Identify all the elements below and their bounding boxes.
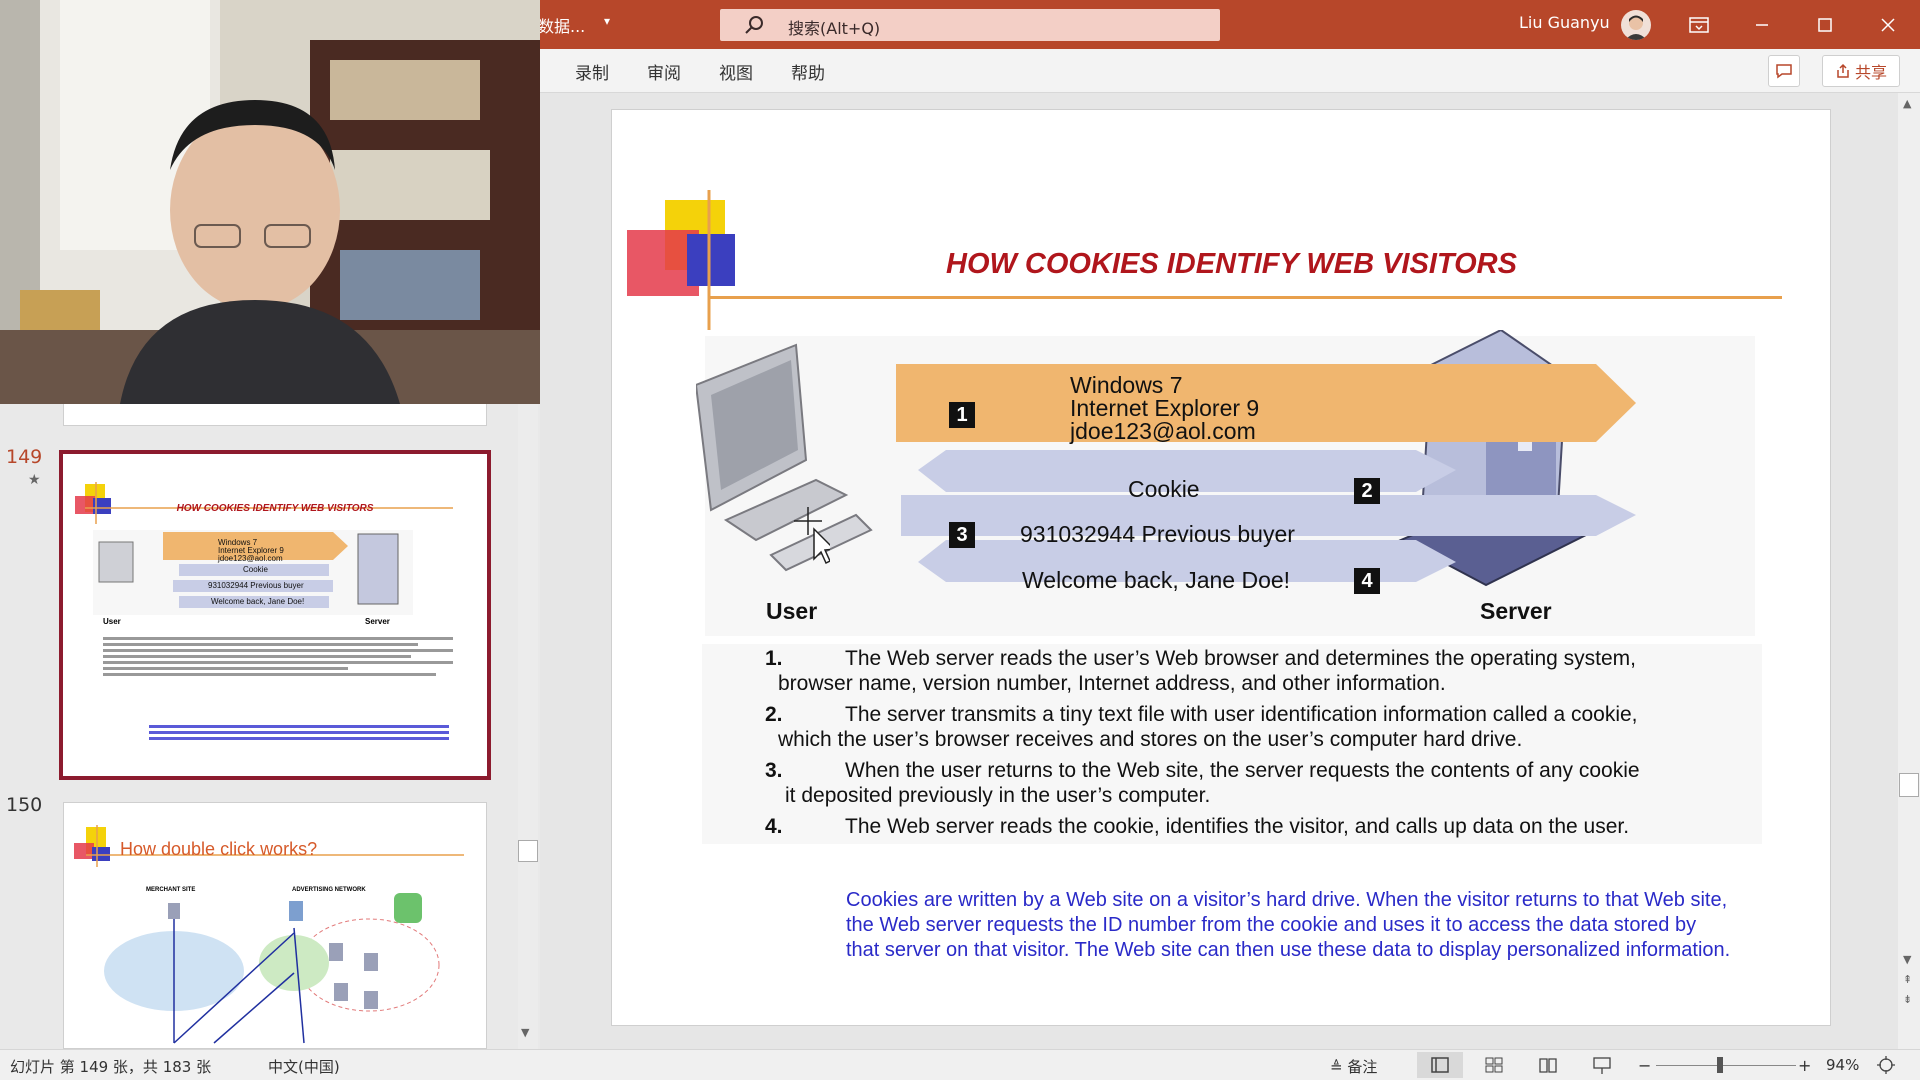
- step-2: 2. The server transmits a tiny text file…: [765, 703, 1638, 751]
- user-name[interactable]: Liu Guanyu: [1519, 13, 1610, 32]
- search-placeholder: 搜索(Alt+Q): [788, 19, 881, 38]
- tab-review[interactable]: 审阅: [647, 59, 681, 84]
- step-4: 4. The Web server reads the cookie, iden…: [765, 815, 1630, 838]
- share-button[interactable]: 共享: [1822, 55, 1900, 87]
- language-indicator[interactable]: 中文(中国): [268, 1056, 340, 1077]
- next-slide-icon[interactable]: ⇟: [1903, 993, 1912, 1006]
- scroll-up-icon[interactable]: ▲: [1903, 97, 1911, 110]
- status-bar: 幻灯片 第 149 张，共 183 张 中文(中国) ≜ 备注 − + 94%: [0, 1049, 1920, 1080]
- slide-thumbnail-pane[interactable]: 149 ★ HOW COOKIES IDENTIFY WEB VISITORS: [0, 404, 540, 1049]
- user-label: User: [766, 598, 818, 624]
- search-icon: [745, 16, 763, 34]
- thumbnail-steps: [103, 634, 453, 698]
- step-1: 1. The Web server reads the user’s Web b…: [765, 647, 1636, 695]
- reading-view-icon[interactable]: [1539, 1057, 1557, 1073]
- thumbnail-server-label: Server: [365, 617, 390, 626]
- ribbon-tabs: 录制 审阅 视图 帮助 共享: [540, 49, 1920, 93]
- slide-title: HOW COOKIES IDENTIFY WEB VISITORS: [946, 248, 1517, 280]
- title-rule: [708, 296, 1782, 299]
- current-slide[interactable]: HOW COOKIES IDENTIFY WEB VISITORS 1 Wind…: [612, 110, 1830, 1025]
- normal-view-icon: [1431, 1057, 1449, 1073]
- thumbnail-slide-150[interactable]: How double click works? MERCHANT SITE AD…: [63, 802, 487, 1049]
- maximize-icon[interactable]: [1803, 8, 1847, 42]
- comment-icon: [1776, 64, 1792, 79]
- thumbnail-number-149: 149: [6, 446, 43, 468]
- step-3: 3. When the user returns to the Web site…: [765, 759, 1640, 807]
- close-icon[interactable]: [1866, 8, 1910, 42]
- slide-counter[interactable]: 幻灯片 第 149 张，共 183 张: [10, 1056, 211, 1077]
- slide-logo-decoration: [627, 190, 735, 330]
- fit-to-window-icon[interactable]: [1876, 1055, 1896, 1075]
- zoom-slider-handle[interactable]: [1717, 1057, 1723, 1073]
- slide-scrollbar[interactable]: ▲ ▼ ⇞ ⇟: [1898, 93, 1920, 1049]
- ribbon-display-options-icon[interactable]: [1677, 8, 1721, 42]
- thumbnail-number-150: 150: [6, 794, 43, 816]
- band-system-info: Windows 7 Internet Explorer 9 jdoe123@ao…: [1070, 372, 1260, 444]
- thumbnail-network-label: ADVERTISING NETWORK: [292, 887, 366, 893]
- comments-button[interactable]: [1768, 55, 1800, 87]
- thumbnail-title: HOW COOKIES IDENTIFY WEB VISITORS: [176, 503, 374, 514]
- thumbnail-previous[interactable]: [63, 404, 487, 426]
- normal-view-button[interactable]: [1417, 1052, 1463, 1078]
- thumbnail-scrollbar[interactable]: ▼: [518, 404, 538, 1049]
- star-icon: ★: [28, 472, 41, 488]
- previous-slide-icon[interactable]: ⇞: [1903, 973, 1912, 986]
- avatar[interactable]: [1621, 10, 1651, 40]
- minimize-icon[interactable]: [1740, 8, 1784, 42]
- band-cookie: Cookie: [1128, 476, 1200, 502]
- slideshow-icon[interactable]: [1593, 1057, 1611, 1075]
- search-box[interactable]: 搜索(Alt+Q): [720, 9, 1220, 41]
- scroll-down-icon[interactable]: ▼: [521, 1026, 529, 1039]
- notes-label: 备注: [1347, 1058, 1378, 1076]
- step-number-4: 4: [1354, 568, 1380, 594]
- scrollbar-thumb[interactable]: [1899, 773, 1919, 797]
- share-label: 共享: [1854, 63, 1887, 82]
- tab-help[interactable]: 帮助: [791, 59, 825, 84]
- file-name[interactable]: 数据...: [538, 13, 585, 37]
- thumbnail-user-label: User: [103, 617, 121, 626]
- cookies-note: Cookies are written by a Web site on a v…: [846, 889, 1731, 961]
- thumbnail-band3: 931032944 Previous buyer: [208, 581, 304, 590]
- user-computer-icon: [696, 343, 873, 572]
- thumbnail-title: How double click works?: [120, 839, 318, 859]
- chevron-down-icon[interactable]: ▾: [604, 14, 610, 28]
- step-number-3: 3: [949, 522, 975, 548]
- notes-icon: ≜: [1330, 1058, 1343, 1076]
- thumbnail-merchant-label: MERCHANT SITE: [146, 887, 196, 893]
- slide-sorter-icon[interactable]: [1485, 1057, 1503, 1073]
- band-welcome: Welcome back, Jane Doe!: [1022, 567, 1291, 593]
- tab-view[interactable]: 视图: [719, 59, 753, 84]
- thumbnail-slide-149[interactable]: HOW COOKIES IDENTIFY WEB VISITORS Window…: [59, 450, 491, 780]
- share-icon: [1837, 63, 1849, 78]
- step-number-1: 1: [949, 402, 975, 428]
- server-label: Server: [1480, 598, 1552, 624]
- mouse-cursor-icon: [794, 507, 830, 565]
- zoom-level[interactable]: 94%: [1826, 1056, 1859, 1074]
- zoom-slider[interactable]: [1656, 1065, 1796, 1066]
- thumbnail-band2: Cookie: [243, 565, 268, 574]
- tab-record[interactable]: 录制: [575, 59, 609, 84]
- thumbnail-band1: Windows 7 Internet Explorer 9 jdoe123@ao…: [218, 538, 284, 563]
- step-number-2: 2: [1354, 478, 1380, 504]
- scrollbar-thumb[interactable]: [518, 840, 538, 862]
- scroll-down-icon[interactable]: ▼: [1903, 953, 1911, 966]
- thumbnail-note: [149, 722, 449, 743]
- notes-button[interactable]: ≜ 备注: [1330, 1056, 1377, 1077]
- zoom-in-icon[interactable]: +: [1798, 1056, 1811, 1075]
- band-previous-buyer: 931032944 Previous buyer: [1020, 521, 1295, 547]
- webcam-video: [0, 0, 540, 404]
- powerpoint-window: 数据... ▾ 搜索(Alt+Q) Liu Guanyu 录制 审阅 视图 帮助…: [0, 0, 1920, 1080]
- thumbnail-band4: Welcome back, Jane Doe!: [211, 597, 305, 606]
- zoom-out-icon[interactable]: −: [1638, 1056, 1651, 1075]
